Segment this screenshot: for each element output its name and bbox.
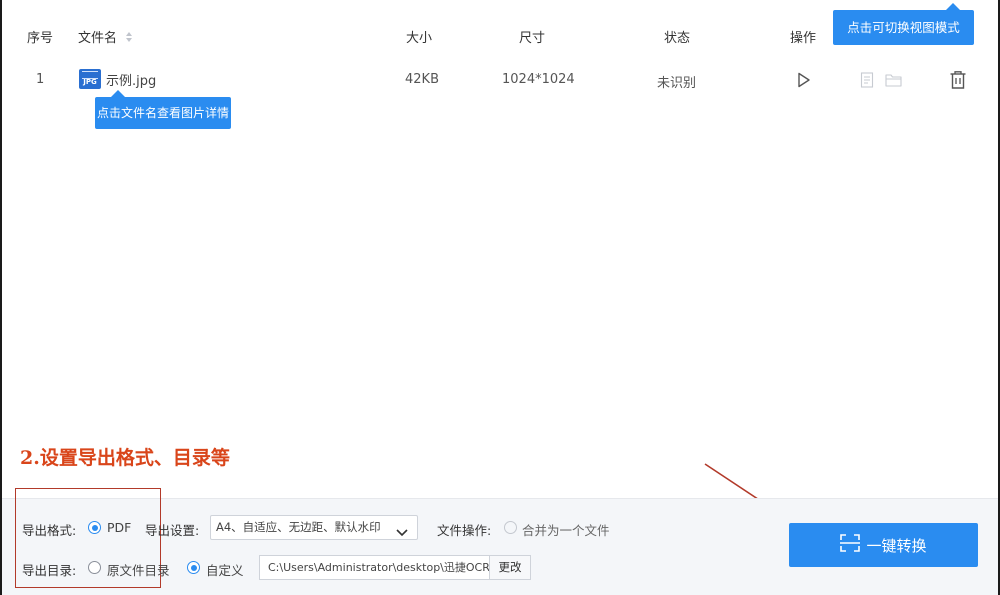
header-seq: 序号 (27, 31, 54, 46)
file-name-tooltip: 点击文件名查看图片详情 (95, 90, 231, 129)
dir-original-label[interactable]: 原文件目录 (107, 560, 170, 579)
convert-button-label: 一键转换 (866, 536, 927, 555)
export-format-label: 导出格式: (22, 523, 77, 538)
trash-icon[interactable] (949, 70, 967, 94)
export-settings-select[interactable]: A4、自适应、无边距、默认水印 (210, 515, 418, 540)
format-pdf-radio[interactable] (88, 521, 101, 534)
convert-button[interactable]: 一键转换 (789, 523, 978, 567)
export-settings-value: A4、自适应、无边距、默认水印 (216, 520, 381, 534)
header-name[interactable]: 文件名 (78, 27, 133, 47)
row-size: 42KB (405, 72, 439, 87)
format-pdf-label[interactable]: PDF (107, 520, 131, 535)
dir-custom-radio[interactable] (187, 561, 200, 574)
merge-file-radio[interactable] (504, 521, 517, 534)
export-path-input[interactable]: C:\Users\Administrator\desktop\迅捷OCR文 (259, 555, 490, 580)
header-size: 大小 (406, 31, 433, 46)
jpg-file-icon-label: JPG (83, 78, 97, 86)
export-settings-label: 导出设置: (145, 523, 200, 538)
header-status: 状态 (664, 31, 691, 46)
header-name-label: 文件名 (78, 31, 118, 46)
row-file-name[interactable]: JPG 示例.jpg (79, 69, 156, 89)
row-dims: 1024*1024 (502, 72, 575, 87)
merge-file-label[interactable]: 合并为一个文件 (522, 520, 610, 539)
dir-custom-label[interactable]: 自定义 (206, 560, 244, 579)
file-ops-label: 文件操作: (437, 523, 492, 538)
annotation-text: 2.设置导出格式、目录等 (20, 447, 230, 469)
row-seq: 1 (36, 72, 45, 87)
scan-icon (840, 534, 861, 556)
chevron-down-icon (396, 522, 408, 545)
document-icon[interactable] (860, 72, 874, 92)
header-ops: 操作 (790, 31, 817, 46)
folder-icon[interactable] (885, 73, 902, 91)
file-name-text[interactable]: 示例.jpg (106, 70, 156, 89)
sort-icon[interactable] (125, 31, 133, 47)
header-dims: 尺寸 (519, 31, 546, 46)
export-dir-label: 导出目录: (22, 563, 77, 578)
view-mode-tooltip[interactable]: 点击可切换视图模式 (833, 3, 974, 45)
row-status: 未识别 (657, 76, 697, 91)
play-icon[interactable] (797, 72, 811, 92)
change-dir-button[interactable]: 更改 (489, 555, 531, 580)
jpg-file-icon: JPG (79, 69, 101, 89)
dir-original-radio[interactable] (88, 561, 101, 574)
